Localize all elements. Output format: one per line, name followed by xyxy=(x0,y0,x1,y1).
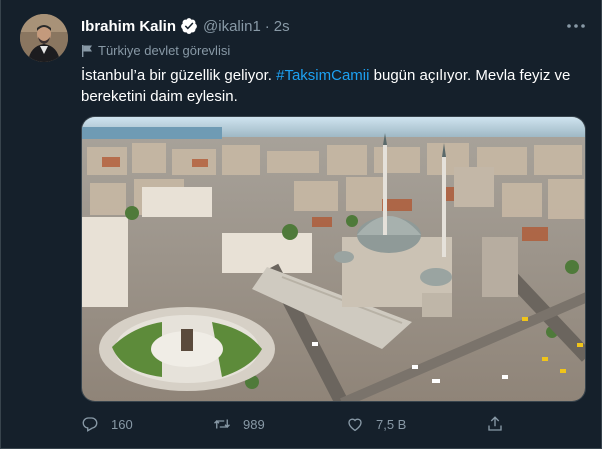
avatar[interactable] xyxy=(20,14,68,62)
flag-icon xyxy=(82,44,92,57)
retweet-count: 989 xyxy=(243,416,265,432)
avatar-image xyxy=(20,14,68,62)
verified-badge-icon xyxy=(181,18,197,34)
retweet-button[interactable]: 989 xyxy=(213,412,265,436)
tweet-timestamp[interactable]: 2s xyxy=(274,18,290,35)
photo-aerial-city xyxy=(82,117,585,401)
account-label[interactable]: Türkiye devlet görevlisi xyxy=(81,41,230,59)
account-label-text: Türkiye devlet görevlisi xyxy=(98,42,231,58)
reply-count: 160 xyxy=(111,416,133,432)
tweet-photo[interactable] xyxy=(81,116,586,402)
heart-icon xyxy=(348,418,362,432)
share-button[interactable] xyxy=(486,412,504,436)
author-handle[interactable]: @ikalin1 xyxy=(203,18,261,35)
more-icon[interactable] xyxy=(565,18,587,34)
tweet-actions: 160 989 7,5 B xyxy=(81,412,586,436)
tweet-text: İstanbul’a bir güzellik geliyor. #Taksim… xyxy=(81,65,581,107)
reply-icon xyxy=(82,417,98,432)
like-count: 7,5 B xyxy=(376,416,407,432)
reply-button[interactable]: 160 xyxy=(81,412,133,436)
share-icon xyxy=(488,416,502,431)
retweet-icon xyxy=(214,419,230,429)
tweet-card[interactable]: Ibrahim Kalin @ikalin1 · 2s Türkiye devl… xyxy=(0,0,602,449)
tweet-text-part-1: İstanbul’a bir güzellik geliyor. xyxy=(81,67,277,84)
separator-dot: · xyxy=(264,17,270,35)
like-button[interactable]: 7,5 B xyxy=(346,412,406,436)
author-name[interactable]: Ibrahim Kalin xyxy=(81,18,176,35)
tweet-header: Ibrahim Kalin @ikalin1 · 2s xyxy=(81,16,290,36)
hashtag-link[interactable]: #TaksimCamii xyxy=(276,67,369,84)
